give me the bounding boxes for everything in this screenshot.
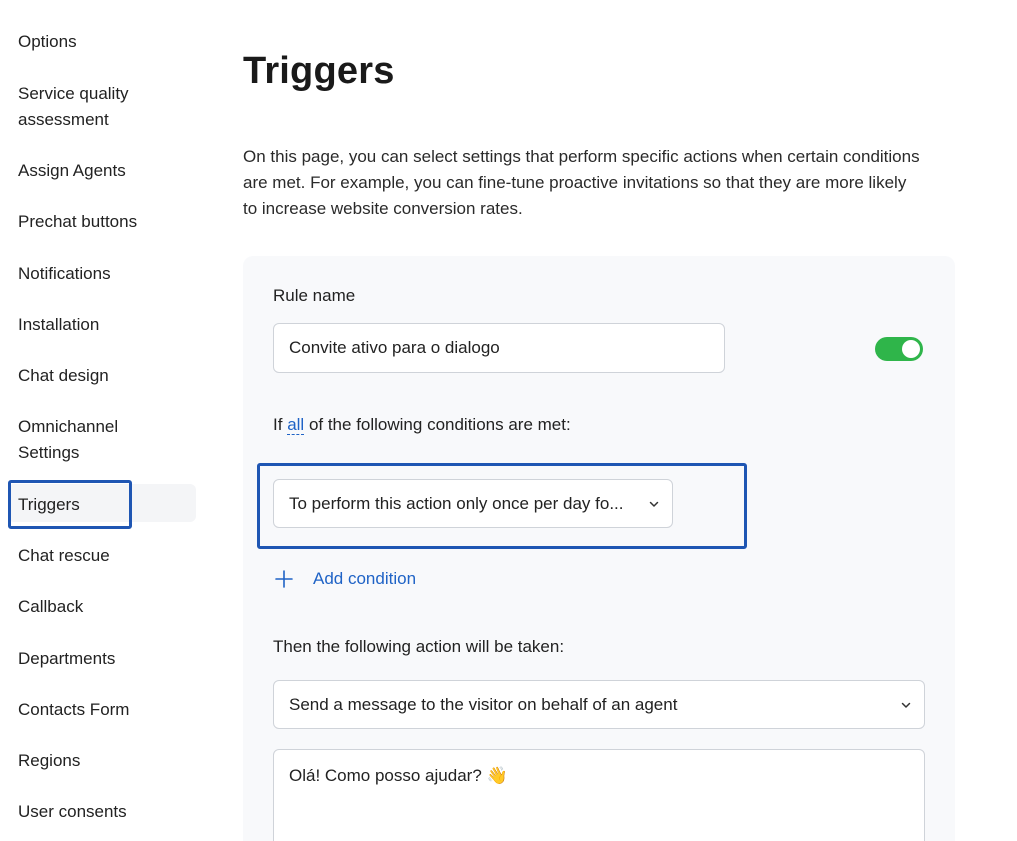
settings-sidebar: Options Service quality assessment Assig…	[0, 0, 200, 841]
sidebar-item-options[interactable]: Options	[18, 29, 77, 55]
sidebar-item-user-consents[interactable]: User consents	[18, 799, 127, 825]
sidebar-item-assign-agents[interactable]: Assign Agents	[18, 158, 126, 184]
sidebar-item-departments[interactable]: Departments	[18, 646, 115, 672]
conditions-sentence: If all of the following conditions are m…	[273, 415, 571, 435]
rule-name-value: Convite ativo para o dialogo	[289, 338, 500, 357]
conditions-suffix: of the following conditions are met:	[308, 415, 571, 434]
sidebar-item-regions[interactable]: Regions	[18, 748, 80, 774]
sidebar-item-callback[interactable]: Callback	[18, 594, 83, 620]
sidebar-item-service-quality-assessment[interactable]: Service quality assessment	[18, 81, 168, 133]
rule-name-input[interactable]: Convite ativo para o dialogo	[273, 323, 725, 373]
sidebar-item-notifications[interactable]: Notifications	[18, 261, 111, 287]
sidebar-item-prechat-buttons[interactable]: Prechat buttons	[18, 209, 137, 235]
sidebar-item-chat-design[interactable]: Chat design	[18, 363, 109, 389]
add-condition-button[interactable]: Add condition	[273, 568, 416, 590]
sidebar-item-installation[interactable]: Installation	[18, 312, 99, 338]
action-label: Then the following action will be taken:	[273, 637, 565, 656]
message-textarea[interactable]: Olá! Como posso ajudar? 👋	[273, 749, 925, 841]
triggers-highlight-box	[8, 480, 132, 529]
sidebar-item-contacts-form[interactable]: Contacts Form	[18, 697, 129, 723]
toggle-knob	[902, 340, 920, 358]
rule-enabled-toggle[interactable]	[875, 337, 923, 361]
add-condition-label: Add condition	[313, 569, 417, 588]
conditions-prefix: If	[273, 415, 283, 434]
condition-highlight-box	[257, 463, 747, 549]
plus-icon	[275, 570, 293, 588]
action-select[interactable]: Send a message to the visitor on behalf …	[273, 680, 925, 729]
rule-name-label: Rule name	[273, 286, 356, 305]
page-title: Triggers	[243, 50, 395, 92]
chevron-down-icon	[901, 702, 911, 708]
page-description: On this page, you can select settings th…	[243, 147, 920, 218]
sidebar-item-chat-rescue[interactable]: Chat rescue	[18, 543, 110, 569]
action-select-value: Send a message to the visitor on behalf …	[289, 694, 678, 714]
conditions-match-mode-link[interactable]: all	[287, 415, 305, 435]
message-text: Olá! Como posso ajudar? 👋	[289, 766, 508, 785]
sidebar-item-omnichannel-settings[interactable]: Omnichannel Settings	[18, 414, 138, 466]
